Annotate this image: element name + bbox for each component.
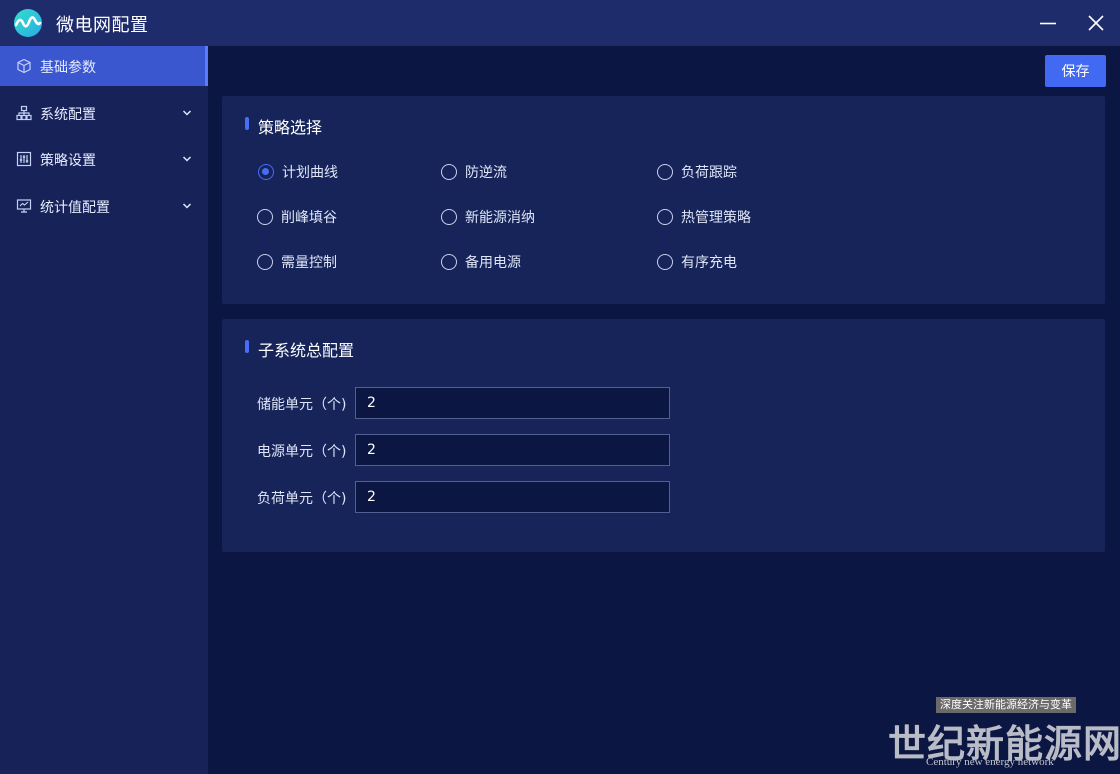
sliders-icon [16, 151, 32, 167]
radio-indicator [657, 209, 673, 225]
chevron-down-icon [182, 156, 192, 162]
wave-logo-icon [14, 9, 42, 37]
radio-indicator [657, 164, 673, 180]
section-accent-bar [245, 117, 249, 130]
sidebar: 基础参数 系统配置 策略设置 统计值配置 [0, 46, 208, 774]
radio-renewable-absorption[interactable]: 新能源消纳 [441, 207, 535, 227]
radio-anti-backflow[interactable]: 防逆流 [441, 162, 507, 182]
close-icon [1088, 15, 1104, 31]
radio-thermal-management[interactable]: 热管理策略 [657, 207, 751, 227]
strategy-section-title: 策略选择 [258, 118, 323, 137]
radio-indicator [257, 209, 273, 225]
cube-icon [17, 58, 31, 74]
sidebar-item-strategy-settings[interactable]: 策略设置 [0, 139, 208, 179]
load-units-label: 负荷单元（个) [257, 491, 347, 507]
network-icon [16, 105, 32, 121]
radio-ordered-charging[interactable]: 有序充电 [657, 252, 737, 272]
watermark: 深度关注新能源经济与变革 世纪新能源网 Century new energy n… [888, 697, 1120, 771]
radio-peak-shaving[interactable]: 削峰填谷 [257, 207, 337, 227]
chevron-down-icon [182, 203, 192, 209]
main-content: 保存 策略选择 计划曲线 防逆流 负荷跟踪 削峰填谷 新能源消纳 热管理策略 需… [208, 46, 1120, 774]
radio-load-tracking[interactable]: 负荷跟踪 [657, 162, 737, 182]
radio-indicator [441, 254, 457, 270]
radio-label: 计划曲线 [282, 165, 338, 181]
load-units-input[interactable] [355, 481, 670, 513]
radio-label: 新能源消纳 [465, 210, 535, 226]
radio-label: 负荷跟踪 [681, 165, 737, 181]
sidebar-item-label: 策略设置 [40, 153, 96, 169]
sidebar-item-label: 统计值配置 [40, 200, 110, 216]
sidebar-item-label: 基础参数 [40, 60, 96, 76]
radio-label: 热管理策略 [681, 210, 751, 226]
radio-checked-indicator [258, 164, 274, 180]
section-accent-bar [245, 340, 249, 353]
close-button[interactable] [1081, 8, 1111, 38]
title-bar: 微电网配置 [0, 0, 1120, 46]
radio-label: 需量控制 [281, 255, 337, 271]
power-units-input[interactable] [355, 434, 670, 466]
storage-units-input[interactable] [355, 387, 670, 419]
radio-indicator [441, 164, 457, 180]
radio-label: 削峰填谷 [281, 210, 337, 226]
minimize-button[interactable] [1033, 8, 1063, 38]
subsystem-section-title: 子系统总配置 [258, 341, 355, 360]
radio-indicator [441, 209, 457, 225]
radio-plan-curve[interactable]: 计划曲线 [258, 162, 338, 182]
radio-label: 防逆流 [465, 165, 507, 181]
monitor-icon [16, 199, 32, 213]
subsystem-panel: 子系统总配置 储能单元（个) 电源单元（个) 负荷单元（个) [222, 319, 1105, 552]
watermark-tagline: 深度关注新能源经济与变革 [936, 697, 1076, 713]
sidebar-item-label: 系统配置 [40, 107, 96, 123]
sidebar-item-basic-params[interactable]: 基础参数 [0, 46, 208, 86]
radio-indicator [657, 254, 673, 270]
power-units-label: 电源单元（个) [257, 444, 347, 460]
strategy-panel: 策略选择 计划曲线 防逆流 负荷跟踪 削峰填谷 新能源消纳 热管理策略 需量控制 [222, 96, 1105, 304]
minimize-icon [1040, 22, 1056, 25]
chevron-down-icon [182, 110, 192, 116]
radio-demand-control[interactable]: 需量控制 [257, 252, 337, 272]
storage-units-label: 储能单元（个) [257, 397, 347, 413]
radio-label: 备用电源 [465, 255, 521, 271]
sidebar-item-stats-config[interactable]: 统计值配置 [0, 186, 208, 226]
window-title: 微电网配置 [56, 15, 149, 36]
radio-label: 有序充电 [681, 255, 737, 271]
watermark-subtitle: Century new energy network [926, 756, 1054, 768]
sidebar-item-system-config[interactable]: 系统配置 [0, 93, 208, 133]
radio-backup-power[interactable]: 备用电源 [441, 252, 521, 272]
save-button[interactable]: 保存 [1045, 55, 1106, 87]
radio-indicator [257, 254, 273, 270]
